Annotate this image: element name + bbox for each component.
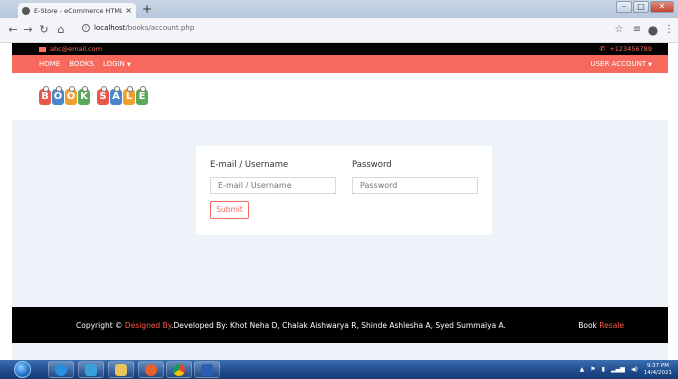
address-bar[interactable]: i localhost/books/account.php <box>82 24 194 32</box>
caret-down-icon: ▼ <box>648 62 652 68</box>
contact-email[interactable]: abc@email.com <box>39 45 102 53</box>
url-path: /books/account.php <box>125 24 195 32</box>
taskbar-media-button[interactable] <box>78 361 104 378</box>
email-label: E-mail / Username <box>210 160 289 170</box>
reading-list-icon[interactable]: ≡ <box>630 23 644 37</box>
flag-icon[interactable]: ⚑ <box>590 366 595 373</box>
designed-by-link[interactable]: Designed By <box>125 321 171 330</box>
phone-icon: ✆ <box>599 45 606 53</box>
clock-time: 9:37 PM <box>646 363 669 369</box>
chrome-icon <box>173 363 185 376</box>
logo-tile: A <box>110 86 122 105</box>
phone-text: +123456789 <box>609 45 652 53</box>
logo-tile: O <box>52 86 64 105</box>
word-icon <box>201 363 213 376</box>
browser-tab-bar: E-Store - eCommerce HTML Tem × + – □ ✕ <box>0 0 678 18</box>
new-tab-button[interactable]: + <box>140 3 154 16</box>
email-input[interactable] <box>210 177 336 194</box>
caret-down-icon: ▼ <box>126 62 131 68</box>
system-tray: ▲ ⚑ ▮ ▂▄▆ ◀) 9:37 PM 14/4/2021 <box>580 362 672 377</box>
taskbar-ie-button[interactable] <box>48 361 74 378</box>
login-form: E-mail / Username Password Submit <box>196 146 492 235</box>
close-window-button[interactable]: ✕ <box>650 1 674 13</box>
tab-close-icon[interactable]: × <box>125 6 132 15</box>
browser-menu-icon[interactable]: ⋮ <box>662 23 676 37</box>
nav-user-account[interactable]: USER ACCOUNT ▼ <box>590 60 652 68</box>
copyright-text: Copyright © Designed By.Developed By: Kh… <box>76 321 506 330</box>
logo-tile: S <box>97 86 109 105</box>
clock-date: 14/4/2021 <box>643 369 672 376</box>
envelope-icon <box>39 46 46 52</box>
nav-login-label: LOGIN <box>102 60 125 68</box>
logo-tile: E <box>136 86 148 105</box>
reload-icon[interactable]: ↻ <box>37 23 51 37</box>
tray-arrow-icon[interactable]: ▲ <box>580 366 585 373</box>
nav-home[interactable]: HOME <box>39 60 60 68</box>
page-bottom-spacer <box>12 343 668 360</box>
site-contact-bar: abc@email.com ✆ +123456789 <box>12 43 668 55</box>
logo-tile: K <box>78 86 90 105</box>
bookmark-star-icon[interactable]: ☆ <box>612 23 626 37</box>
app-icon <box>145 363 157 376</box>
nav-login[interactable]: LOGIN ▼ <box>103 60 131 68</box>
maximize-button[interactable]: □ <box>633 1 649 13</box>
site-footer: Copyright © Designed By.Developed By: Kh… <box>12 307 668 343</box>
os-taskbar: ▲ ⚑ ▮ ▂▄▆ ◀) 9:37 PM 14/4/2021 <box>0 360 678 379</box>
main-content: E-mail / Username Password Submit <box>12 120 668 307</box>
taskbar-explorer-button[interactable] <box>108 361 134 378</box>
taskbar-chrome-button[interactable] <box>166 361 192 378</box>
folder-icon <box>115 363 127 376</box>
tab-title: E-Store - eCommerce HTML Tem <box>34 6 123 15</box>
logo-tile: B <box>39 86 51 105</box>
contact-phone[interactable]: ✆ +123456789 <box>599 45 652 53</box>
url-host: localhost <box>94 24 126 32</box>
header-logo-area: B O O K S A L E <box>12 73 668 120</box>
forward-arrow-icon[interactable]: → <box>21 23 35 37</box>
back-arrow-icon[interactable]: ← <box>6 23 20 37</box>
home-icon[interactable]: ⌂ <box>54 23 68 37</box>
logo-tile: L <box>123 86 135 105</box>
media-player-icon <box>85 363 97 376</box>
browser-toolbar: ← → ↻ ⌂ i localhost/books/account.php ☆ … <box>0 18 678 43</box>
window-controls: – □ ✕ <box>616 1 674 13</box>
browser-tab[interactable]: E-Store - eCommerce HTML Tem × <box>18 3 136 18</box>
network-icon[interactable]: ▮ <box>602 366 605 373</box>
taskbar-word-button[interactable] <box>194 361 220 378</box>
volume-icon[interactable]: ◀) <box>631 366 638 373</box>
main-navbar: HOME BOOKS LOGIN ▼ USER ACCOUNT ▼ <box>12 55 668 73</box>
tray-clock[interactable]: 9:37 PM 14/4/2021 <box>644 363 672 376</box>
footer-brand[interactable]: Book Resale <box>578 321 624 330</box>
developers-text: .Developed By: Khot Neha D, Chalak Aishw… <box>171 321 506 330</box>
internet-explorer-icon <box>55 363 67 376</box>
logo-tile: O <box>65 86 77 105</box>
password-input[interactable] <box>352 177 478 194</box>
profile-avatar-icon[interactable]: ● <box>646 23 660 37</box>
logo-word-book: B O O K <box>39 86 90 105</box>
password-label: Password <box>352 160 392 170</box>
logo-word-sale: S A L E <box>97 86 148 105</box>
brand-book: Book <box>578 321 597 330</box>
taskbar-app-button[interactable] <box>138 361 164 378</box>
email-text: abc@email.com <box>50 45 103 53</box>
book-sale-logo[interactable]: B O O K S A L E <box>39 86 148 105</box>
minimize-button[interactable]: – <box>616 1 632 13</box>
site-info-icon[interactable]: i <box>82 24 90 32</box>
copyright-prefix: Copyright © <box>76 321 123 330</box>
submit-button[interactable]: Submit <box>210 201 249 219</box>
start-button[interactable] <box>14 361 31 378</box>
user-account-label: USER ACCOUNT <box>590 60 647 68</box>
nav-books[interactable]: BOOKS <box>69 60 94 68</box>
brand-resale: Resale <box>599 321 624 330</box>
site-favicon-icon <box>22 6 30 15</box>
nav-links: HOME BOOKS LOGIN ▼ <box>39 60 131 68</box>
signal-icon[interactable]: ▂▄▆ <box>611 366 625 373</box>
